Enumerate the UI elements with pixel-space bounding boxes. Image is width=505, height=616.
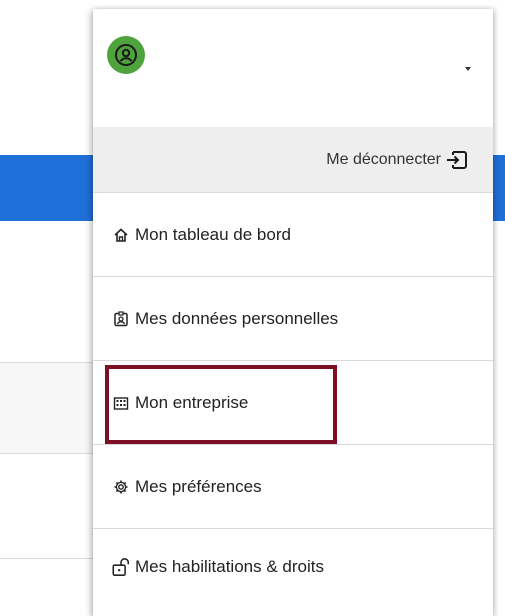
menu-item-label: Mon tableau de bord (135, 224, 291, 244)
redacted-user-name (153, 59, 363, 111)
id-badge-icon (111, 309, 131, 329)
redacted-blob (413, 214, 485, 262)
user-header[interactable] (93, 9, 493, 127)
highlight-box (105, 365, 337, 444)
menu-item-company[interactable]: Mon entreprise (93, 361, 493, 445)
menu-item-label: Mes données personnelles (135, 308, 339, 328)
menu-item-label: Mes habilitations & droits (135, 557, 324, 576)
user-dropdown-menu: Me déconnecter Mon tableau de bord Mes d… (93, 9, 493, 616)
menu-item-permissions[interactable]: Mes habilitations & droits (93, 529, 493, 605)
menu-item-preferences[interactable]: Mes préférences (93, 445, 493, 529)
unlock-icon (111, 557, 131, 577)
menu-item-dashboard[interactable]: Mon tableau de bord (93, 193, 493, 277)
logout-label: Me déconnecter (326, 150, 441, 168)
home-icon (111, 225, 131, 245)
menu-item-personal-data[interactable]: Mes données personnelles (93, 277, 493, 361)
redacted-user-name (163, 29, 363, 61)
gear-icon (111, 477, 131, 497)
avatar (107, 36, 145, 74)
user-circle-icon (115, 44, 137, 66)
logout-icon (445, 149, 469, 171)
menu-item-label: Mes préférences (135, 476, 262, 496)
page-divider (0, 558, 100, 559)
logout-button[interactable]: Me déconnecter (93, 127, 493, 193)
caret-down-icon[interactable] (465, 67, 471, 71)
page-table-row (0, 362, 100, 454)
